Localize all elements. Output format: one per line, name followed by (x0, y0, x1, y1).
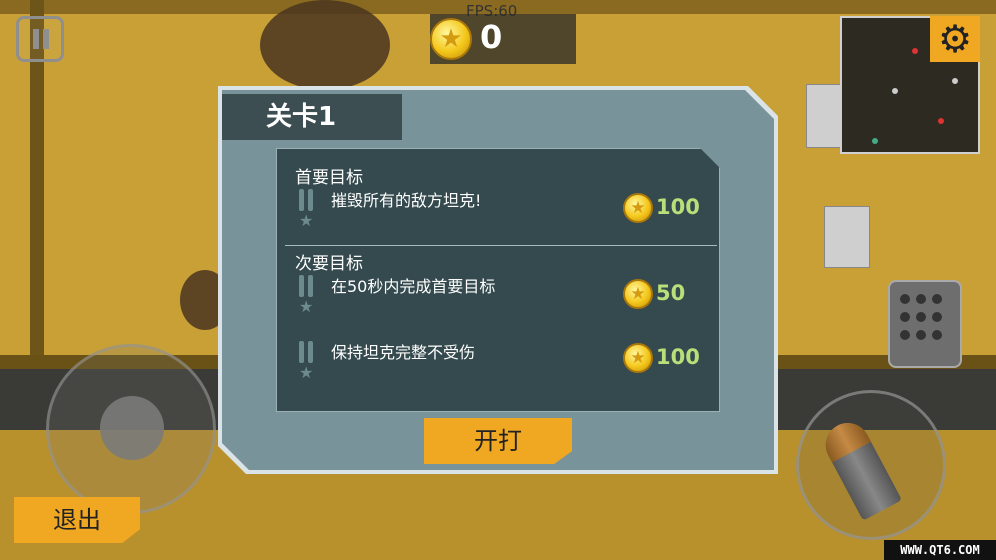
rocket-hole (932, 312, 942, 322)
rocket-hole (900, 294, 910, 304)
level-title: 关卡1 (222, 94, 402, 140)
primary-objective-heading: 首要目标 (295, 168, 363, 188)
objective-row: ★ 在50秒内完成首要目标 50 (277, 273, 720, 323)
joystick-knob[interactable] (100, 396, 164, 460)
coin-counter: 0 (430, 14, 576, 64)
coin-icon (623, 193, 653, 223)
crate (824, 206, 870, 268)
tree (260, 0, 390, 90)
minimap-marker (892, 88, 898, 94)
pause-button[interactable] (16, 16, 64, 62)
rocket-hole (932, 330, 942, 340)
rocket-hole (916, 312, 926, 322)
rocket-hole (900, 330, 910, 340)
medal-icon: ★ (297, 275, 319, 315)
start-battle-button[interactable]: 开打 (424, 418, 572, 464)
reward-value: 100 (656, 345, 700, 369)
settings-gear-icon[interactable]: ⚙ (930, 16, 980, 62)
minimap-marker (938, 118, 944, 124)
minimap-marker (872, 138, 878, 144)
coin-count: 0 (480, 18, 503, 56)
reward-value: 50 (656, 281, 686, 305)
objective-text: 保持坦克完整不受伤 (331, 343, 476, 362)
objective-row: ★ 保持坦克完整不受伤 100 (277, 339, 720, 389)
divider (285, 245, 717, 246)
objective-reward: 100 (623, 343, 720, 373)
rocket-hole (932, 294, 942, 304)
objectives-panel: 首要目标 ★ 摧毁所有的敌方坦克! 100 次要目标 ★ 在50秒内完成首要目标… (276, 148, 720, 412)
rocket-hole (916, 294, 926, 304)
medal-icon: ★ (297, 189, 319, 229)
medal-icon: ★ (297, 341, 319, 381)
rocket-hole (916, 330, 926, 340)
objective-reward: 100 (623, 193, 720, 223)
coin-icon (430, 18, 472, 60)
secondary-objective-heading: 次要目标 (295, 254, 363, 274)
pause-bar (33, 29, 39, 49)
pause-bar (43, 29, 49, 49)
minimap-marker (912, 48, 918, 54)
objective-reward: 50 (623, 279, 720, 309)
objective-text: 在50秒内完成首要目标 (331, 277, 496, 296)
exit-button[interactable]: 退出 (14, 497, 140, 543)
coin-icon (623, 279, 653, 309)
reward-value: 100 (656, 195, 700, 219)
watermark: WWW.QT6.COM (884, 540, 996, 560)
coin-icon (623, 343, 653, 373)
minimap-marker (952, 78, 958, 84)
rocket-hole (900, 312, 910, 322)
rocket-launcher-button[interactable] (888, 280, 962, 368)
objective-text: 摧毁所有的敌方坦克! (331, 191, 482, 210)
objective-row: ★ 摧毁所有的敌方坦克! 100 (277, 187, 720, 237)
